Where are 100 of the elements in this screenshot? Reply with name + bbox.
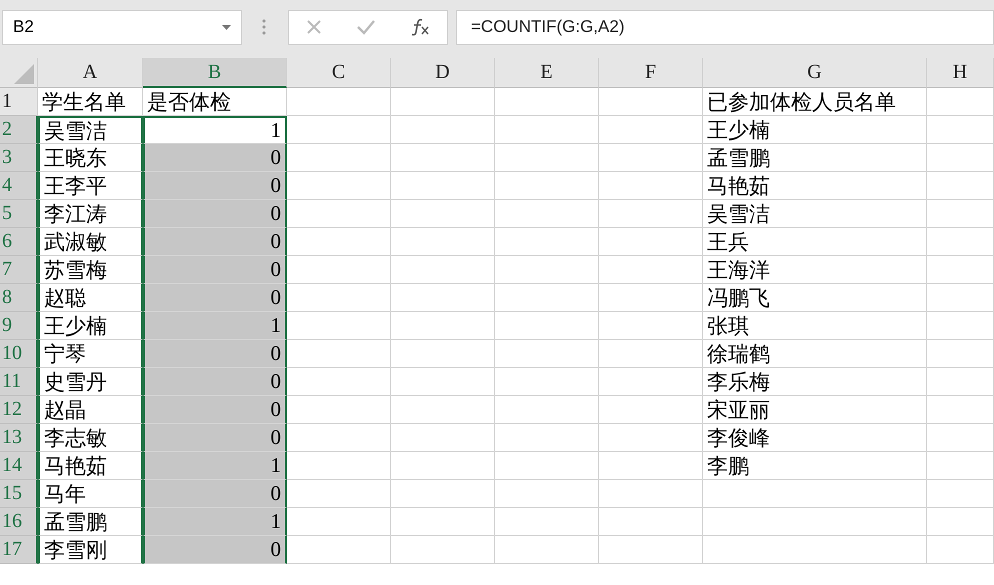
empty-cell[interactable] [703,508,927,536]
empty-cell[interactable] [495,256,599,284]
empty-cell[interactable] [599,340,703,368]
empty-cell[interactable] [391,144,495,172]
empty-cell[interactable] [599,368,703,396]
empty-cell[interactable] [495,228,599,256]
row-header[interactable]: 14 [0,452,38,480]
row-header[interactable]: 10 [0,340,38,368]
empty-cell[interactable] [927,228,994,256]
empty-cell[interactable] [927,452,994,480]
empty-cell[interactable] [391,480,495,508]
column-header[interactable]: E [495,58,599,88]
empty-cell[interactable] [599,256,703,284]
empty-cell[interactable] [927,480,994,508]
row-header[interactable]: 15 [0,480,38,508]
empty-cell[interactable] [927,424,994,452]
empty-cell[interactable] [599,172,703,200]
empty-cell[interactable] [495,424,599,452]
empty-cell[interactable] [599,396,703,424]
empty-cell[interactable] [927,340,994,368]
row-header[interactable]: 9 [0,312,38,340]
empty-cell[interactable] [287,116,391,144]
row-header[interactable]: 12 [0,396,38,424]
name-box[interactable]: B2 [2,10,242,44]
empty-cell[interactable] [495,536,599,564]
row-header[interactable]: 8 [0,284,38,312]
empty-cell[interactable] [391,536,495,564]
row-header[interactable]: 1 [0,88,38,116]
empty-cell[interactable] [599,424,703,452]
empty-cell[interactable] [495,480,599,508]
empty-cell[interactable] [703,480,927,508]
column-header[interactable]: D [391,58,495,88]
empty-cell[interactable] [495,340,599,368]
empty-cell[interactable] [495,144,599,172]
empty-cell[interactable] [927,312,994,340]
empty-cell[interactable] [599,312,703,340]
cancel-icon[interactable] [306,19,322,35]
empty-cell[interactable] [927,284,994,312]
select-all-icon[interactable] [14,64,34,84]
empty-cell[interactable] [391,368,495,396]
function-icon[interactable] [410,18,430,36]
formula-field[interactable]: =COUNTIF(G:G,A2) [456,10,994,44]
empty-cell[interactable] [495,116,599,144]
column-header[interactable]: A [38,58,143,88]
row-header[interactable]: 11 [0,368,38,396]
empty-cell[interactable] [391,396,495,424]
empty-cell[interactable] [927,508,994,536]
empty-cell[interactable] [599,200,703,228]
empty-cell[interactable] [599,116,703,144]
empty-cell[interactable] [703,536,927,564]
row-header[interactable]: 5 [0,200,38,228]
column-header[interactable]: H [927,58,994,88]
empty-cell[interactable] [927,368,994,396]
empty-cell[interactable] [495,172,599,200]
empty-cell[interactable] [495,88,599,116]
row-header[interactable]: 7 [0,256,38,284]
empty-cell[interactable] [599,536,703,564]
empty-cell[interactable] [391,284,495,312]
empty-cell[interactable] [927,396,994,424]
empty-cell[interactable] [927,116,994,144]
empty-cell[interactable] [927,172,994,200]
empty-cell[interactable] [599,480,703,508]
empty-cell[interactable] [599,88,703,116]
row-header[interactable]: 13 [0,424,38,452]
row-header[interactable]: 3 [0,144,38,172]
empty-cell[interactable] [927,536,994,564]
row-header[interactable]: 2 [0,116,38,144]
empty-cell[interactable] [391,172,495,200]
empty-cell[interactable] [495,508,599,536]
empty-cell[interactable] [391,88,495,116]
empty-cell[interactable] [599,284,703,312]
empty-cell[interactable] [391,508,495,536]
empty-cell[interactable] [495,200,599,228]
empty-cell[interactable] [391,312,495,340]
empty-cell[interactable] [927,200,994,228]
column-header[interactable]: C [287,58,391,88]
empty-cell[interactable] [927,256,994,284]
row-header[interactable]: 16 [0,508,38,536]
empty-cell[interactable] [495,284,599,312]
empty-cell[interactable] [391,452,495,480]
check-icon[interactable] [356,19,376,35]
empty-cell[interactable] [391,256,495,284]
empty-cell[interactable] [495,396,599,424]
empty-cell[interactable] [391,228,495,256]
empty-cell[interactable] [287,88,391,116]
empty-cell[interactable] [599,508,703,536]
empty-cell[interactable] [927,144,994,172]
empty-cell[interactable] [495,368,599,396]
empty-cell[interactable] [599,228,703,256]
row-header[interactable]: 4 [0,172,38,200]
empty-cell[interactable] [391,200,495,228]
empty-cell[interactable] [599,144,703,172]
column-header[interactable]: B [143,58,287,88]
empty-cell[interactable] [495,452,599,480]
empty-cell[interactable] [599,452,703,480]
row-header[interactable]: 17 [0,536,38,564]
empty-cell[interactable] [391,116,495,144]
row-header[interactable]: 6 [0,228,38,256]
empty-cell[interactable] [391,424,495,452]
empty-cell[interactable] [927,88,994,116]
